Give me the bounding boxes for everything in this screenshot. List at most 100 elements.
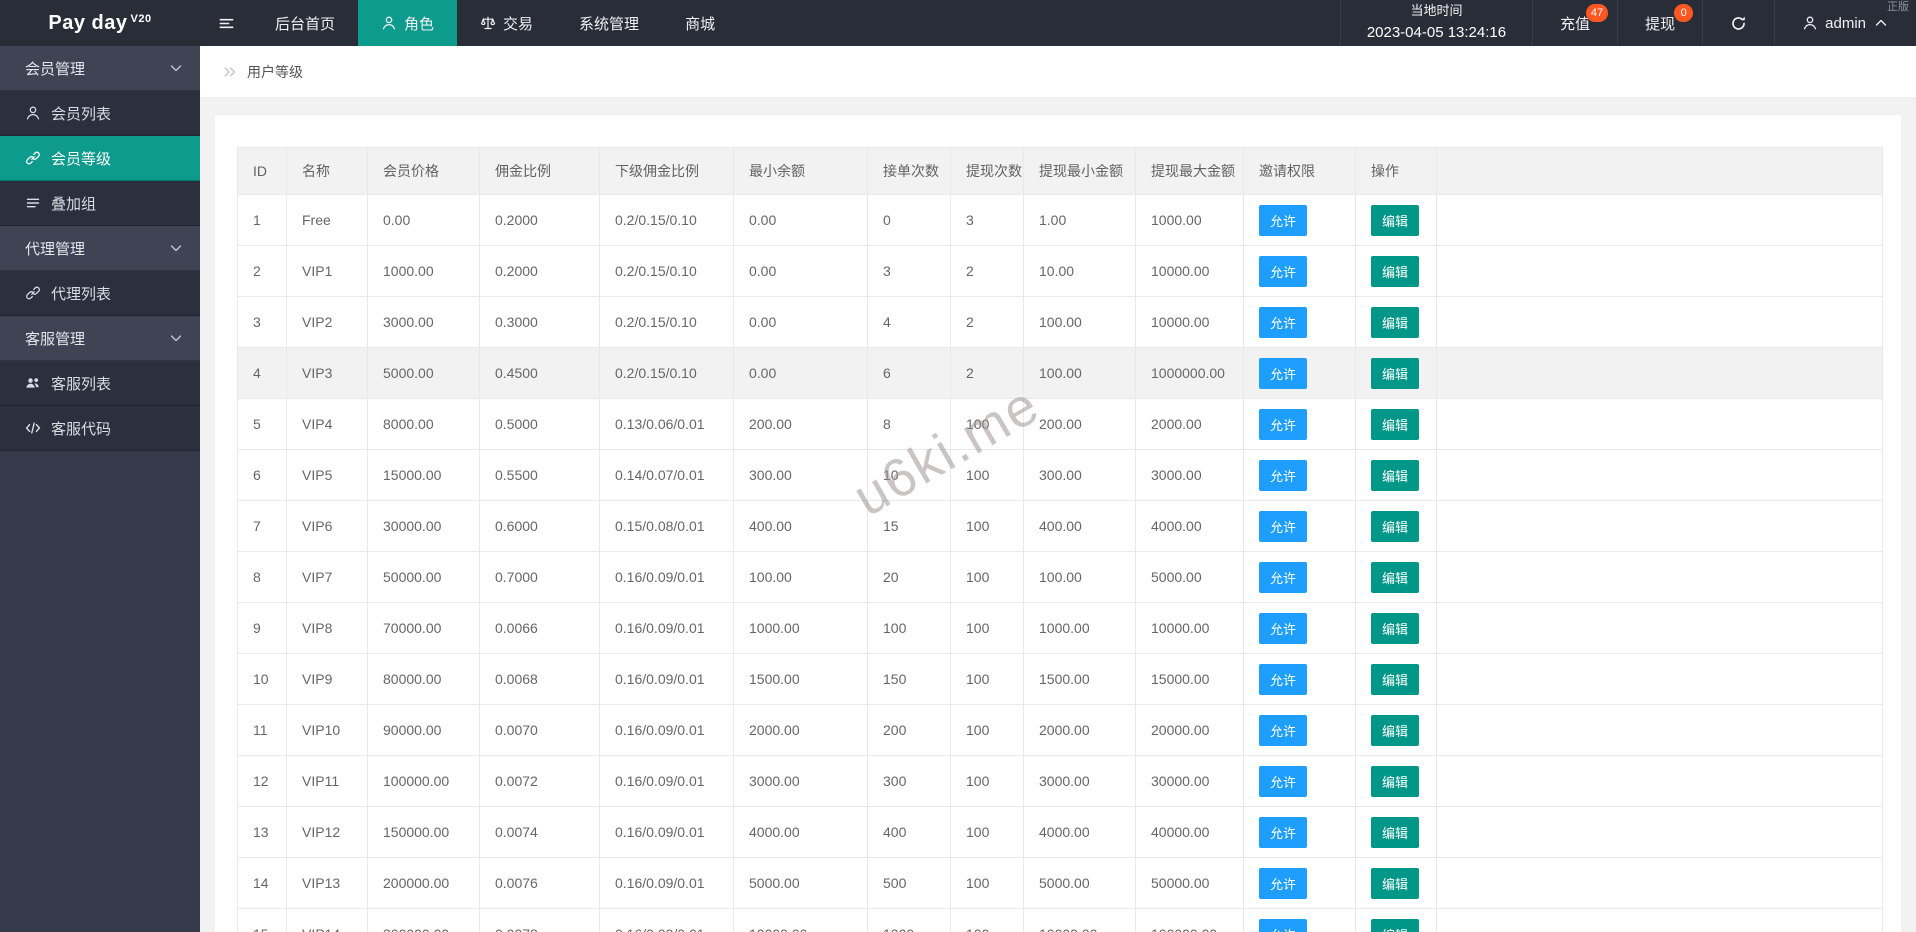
edit-button[interactable]: 编辑 xyxy=(1371,204,1420,236)
allow-button[interactable]: 允许 xyxy=(1259,714,1308,746)
table-cell: 0.16/0.09/0.01 xyxy=(599,602,734,654)
withdraw-badge: 0 xyxy=(1674,4,1694,22)
column-header: 邀请权限 xyxy=(1243,147,1356,195)
nav-item-5[interactable]: 商城 xyxy=(662,0,738,46)
table-cell: 6 xyxy=(867,347,951,399)
table-cell: 4000.00 xyxy=(1135,500,1244,552)
table-cell: 0.00 xyxy=(733,347,868,399)
sidebar-toggle-button[interactable] xyxy=(200,0,252,46)
allow-button[interactable]: 允许 xyxy=(1259,816,1308,848)
table-cell: 0.2/0.15/0.10 xyxy=(599,245,734,297)
edit-button[interactable]: 编辑 xyxy=(1371,612,1420,644)
table-cell: 0.00 xyxy=(367,194,480,246)
allow-button[interactable]: 允许 xyxy=(1259,867,1308,899)
allow-button[interactable]: 允许 xyxy=(1259,918,1308,932)
allow-button[interactable]: 允许 xyxy=(1259,459,1308,491)
chevron-up-icon xyxy=(1873,15,1889,31)
table-cell: 1000.00 xyxy=(733,602,868,654)
local-time-label: 当地时间 xyxy=(1410,3,1463,19)
sidebar-item-6[interactable]: 代理列表 xyxy=(0,271,200,316)
table-cell: 1.00 xyxy=(1023,194,1136,246)
edit-button[interactable]: 编辑 xyxy=(1371,255,1420,287)
recharge-button[interactable]: 充值 47 xyxy=(1532,0,1617,46)
link-icon xyxy=(25,150,41,166)
allow-button[interactable]: 允许 xyxy=(1259,612,1308,644)
edit-button[interactable]: 编辑 xyxy=(1371,408,1420,440)
table-cell: 100 xyxy=(950,551,1024,603)
sidebar-group-1[interactable]: 会员管理 xyxy=(0,46,200,91)
sidebar: 会员管理 会员列表 会员等级叠加组代理管理代理列表 客服管理 客服列表 客服代码 xyxy=(0,46,200,932)
edit-button[interactable]: 编辑 xyxy=(1371,765,1420,797)
sidebar-group-7[interactable]: 客服管理 xyxy=(0,316,200,361)
allow-button[interactable]: 允许 xyxy=(1259,765,1308,797)
allow-button[interactable]: 允许 xyxy=(1259,561,1308,593)
filler-cell xyxy=(1436,806,1883,858)
admin-username: admin xyxy=(1825,14,1866,32)
table-cell: 300.00 xyxy=(1023,449,1136,501)
table-cell: 10000.00 xyxy=(733,908,868,932)
sidebar-item-3[interactable]: 会员等级 xyxy=(0,136,200,181)
sidebar-group-5[interactable]: 代理管理 xyxy=(0,226,200,271)
allow-button[interactable]: 允许 xyxy=(1259,408,1308,440)
table-cell: 100 xyxy=(950,398,1024,450)
table-cell: 100 xyxy=(950,806,1024,858)
edit-button[interactable]: 编辑 xyxy=(1371,357,1420,389)
sidebar-item-label: 代理管理 xyxy=(25,240,86,258)
table-row-10: 10 VIP9 80000.00 0.0068 0.16/0.09/0.01 1500.0… xyxy=(237,653,1883,705)
allow-button[interactable]: 允许 xyxy=(1259,204,1308,236)
edit-button[interactable]: 编辑 xyxy=(1371,714,1420,746)
table-cell: 80000.00 xyxy=(367,653,480,705)
column-header: 会员价格 xyxy=(367,147,480,195)
nav-item-3[interactable]: 交易 xyxy=(457,0,556,46)
action-cell: 编辑 xyxy=(1355,806,1437,858)
edit-button[interactable]: 编辑 xyxy=(1371,459,1420,491)
allow-button[interactable]: 允许 xyxy=(1259,510,1308,542)
allow-button[interactable]: 允许 xyxy=(1259,306,1308,338)
page-title: 用户等级 xyxy=(247,63,303,80)
invite-permission-cell: 允许 xyxy=(1243,500,1356,552)
invite-permission-cell: 允许 xyxy=(1243,245,1356,297)
refresh-button[interactable] xyxy=(1702,0,1774,46)
person-icon xyxy=(25,105,41,121)
sidebar-item-4[interactable]: 叠加组 xyxy=(0,181,200,226)
table-row-9: 9 VIP8 70000.00 0.0066 0.16/0.09/0.01 1000.00… xyxy=(237,602,1883,654)
table-cell: VIP11 xyxy=(286,755,368,807)
table-cell: 0.16/0.09/0.01 xyxy=(599,806,734,858)
sidebar-item-label: 叠加组 xyxy=(51,195,97,213)
allow-button[interactable]: 允许 xyxy=(1259,663,1308,695)
table-row-14: 14 VIP13 200000.00 0.0076 0.16/0.09/0.01 5000… xyxy=(237,857,1883,909)
table-cell: 100 xyxy=(950,857,1024,909)
table-cell: VIP6 xyxy=(286,500,368,552)
edit-button[interactable]: 编辑 xyxy=(1371,306,1420,338)
filler-cell xyxy=(1436,908,1883,932)
table-cell: 7 xyxy=(237,500,287,552)
table-cell: 4000.00 xyxy=(733,806,868,858)
nav-item-2[interactable]: 角色 xyxy=(358,0,458,46)
withdraw-button[interactable]: 提现 0 xyxy=(1617,0,1702,46)
table-cell: 0.2/0.15/0.10 xyxy=(599,347,734,399)
table-cell: 100 xyxy=(950,449,1024,501)
allow-button[interactable]: 允许 xyxy=(1259,255,1308,287)
table-cell: 8000.00 xyxy=(367,398,480,450)
edit-button[interactable]: 编辑 xyxy=(1371,918,1420,932)
table-cell: 150000.00 xyxy=(367,806,480,858)
edit-button[interactable]: 编辑 xyxy=(1371,816,1420,848)
filler-cell xyxy=(1436,704,1883,756)
allow-button[interactable]: 允许 xyxy=(1259,357,1308,389)
table-cell: 1000.00 xyxy=(1135,194,1244,246)
table-cell: 0.0074 xyxy=(479,806,600,858)
nav-item-1[interactable]: 后台首页 xyxy=(252,0,358,46)
table-cell: VIP5 xyxy=(286,449,368,501)
table-cell: 8 xyxy=(867,398,951,450)
sidebar-item-8[interactable]: 客服列表 xyxy=(0,361,200,406)
invite-permission-cell: 允许 xyxy=(1243,347,1356,399)
table-cell: 6 xyxy=(237,449,287,501)
nav-item-4[interactable]: 系统管理 xyxy=(556,0,662,46)
edit-button[interactable]: 编辑 xyxy=(1371,561,1420,593)
edit-button[interactable]: 编辑 xyxy=(1371,510,1420,542)
table-cell: 40000.00 xyxy=(1135,806,1244,858)
sidebar-item-9[interactable]: 客服代码 xyxy=(0,406,200,451)
edit-button[interactable]: 编辑 xyxy=(1371,867,1420,899)
sidebar-item-2[interactable]: 会员列表 xyxy=(0,91,200,136)
edit-button[interactable]: 编辑 xyxy=(1371,663,1420,695)
